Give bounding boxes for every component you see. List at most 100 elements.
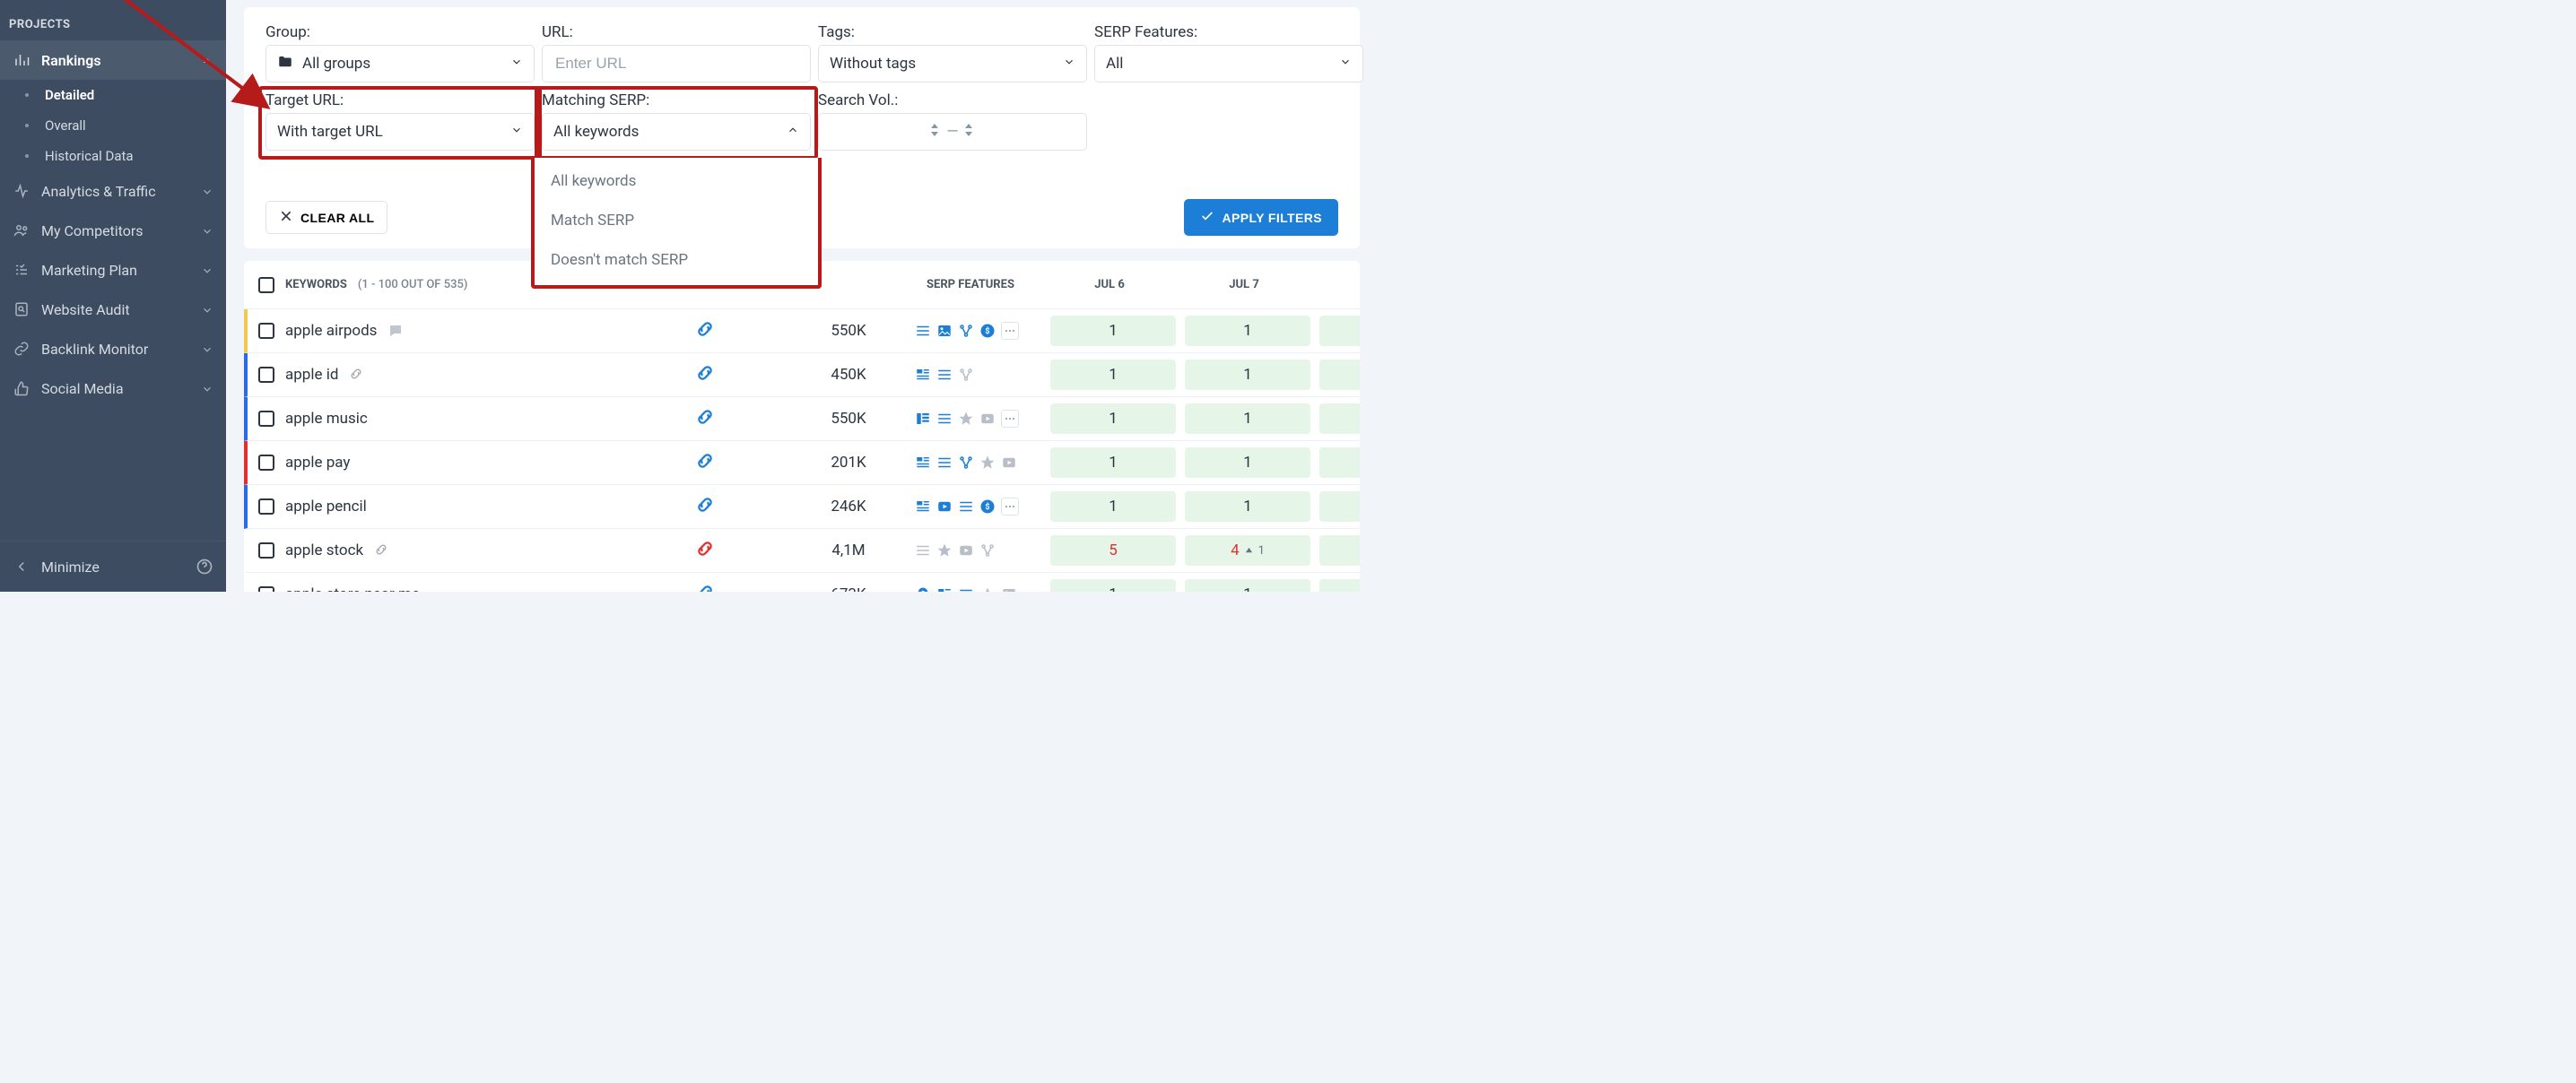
keyword-text[interactable]: apple pay — [285, 454, 350, 472]
serp-list-icon[interactable] — [936, 367, 953, 383]
keyword-link-icon[interactable] — [374, 542, 390, 559]
serp-review-icon[interactable] — [958, 411, 974, 427]
row-checkbox[interactable] — [258, 323, 274, 339]
rank-jul8[interactable]: 1 — [1319, 360, 1360, 390]
nav-analytics[interactable]: Analytics & Traffic — [0, 171, 226, 211]
serp-more-icon[interactable] — [1001, 498, 1019, 516]
select-all-checkbox[interactable] — [258, 277, 274, 293]
serp-image-icon[interactable] — [1001, 586, 1017, 592]
serp-video-icon[interactable] — [936, 498, 953, 515]
serp-sitelinks-icon[interactable] — [958, 367, 974, 383]
rank-jul8[interactable]: 1 — [1319, 579, 1360, 592]
filter-serpfeat-select[interactable]: All — [1094, 45, 1363, 82]
serp-review-icon[interactable] — [936, 542, 953, 559]
target-link-icon[interactable] — [695, 363, 715, 387]
matching-serp-option-all[interactable]: All keywords — [535, 161, 818, 201]
keyword-text[interactable]: apple id — [285, 366, 338, 384]
rank-jul8[interactable]: 1 — [1319, 403, 1360, 434]
keyword-link-icon[interactable] — [349, 367, 365, 383]
col-date-jul6[interactable]: JUL 6 — [1042, 278, 1177, 291]
row-checkbox[interactable] — [258, 542, 274, 559]
col-keywords-label[interactable]: KEYWORDS — [285, 278, 347, 291]
serp-more-icon[interactable] — [1001, 322, 1019, 340]
nav-sub-detailed[interactable]: Detailed — [0, 80, 226, 110]
rank-jul6[interactable]: 5 — [1050, 535, 1176, 566]
matching-serp-option-match[interactable]: Match SERP — [535, 201, 818, 240]
row-checkbox[interactable] — [258, 498, 274, 515]
rank-jul6[interactable]: 1 — [1050, 360, 1176, 390]
filter-group-select[interactable]: All groups — [265, 45, 535, 82]
filter-url-input[interactable] — [553, 54, 799, 74]
filter-searchvol-range[interactable]: — — [818, 113, 1087, 151]
row-checkbox[interactable] — [258, 586, 274, 592]
serp-shopping-icon[interactable]: $ — [979, 323, 996, 339]
minimize-button[interactable]: Minimize — [0, 541, 226, 592]
rank-jul7[interactable]: 1 — [1185, 491, 1310, 522]
col-serp-features[interactable]: SERP FEATURES — [899, 278, 1042, 291]
serp-video-icon[interactable] — [1001, 455, 1017, 471]
row-checkbox[interactable] — [258, 367, 274, 383]
filter-matching-serp-select[interactable]: All keywords — [542, 113, 811, 151]
serp-featured-snippet-icon[interactable] — [936, 586, 953, 592]
serp-list-icon[interactable] — [936, 411, 953, 427]
filter-target-url-select[interactable]: With target URL — [265, 113, 535, 151]
rank-jul8[interactable]: 1 — [1319, 447, 1360, 478]
serp-review-icon[interactable] — [979, 455, 996, 471]
serp-featured-snippet-icon[interactable] — [915, 367, 931, 383]
serp-image-icon[interactable] — [936, 323, 953, 339]
serp-local-pack-icon[interactable] — [915, 586, 931, 592]
rank-jul6[interactable]: 1 — [1050, 491, 1176, 522]
target-link-icon[interactable] — [695, 319, 715, 343]
nav-marketing[interactable]: Marketing Plan — [0, 250, 226, 290]
serp-sitelinks-icon[interactable] — [979, 542, 996, 559]
serp-more-icon[interactable] — [1001, 410, 1019, 428]
nav-rankings[interactable]: Rankings — [0, 40, 226, 80]
col-date-jul7[interactable]: JUL 7 — [1177, 278, 1311, 291]
nav-social[interactable]: Social Media — [0, 368, 226, 408]
col-date-jul8[interactable]: JUL 8 — [1311, 278, 1360, 291]
target-link-icon[interactable] — [695, 407, 715, 431]
rank-jul6[interactable]: 1 — [1050, 579, 1176, 592]
rank-jul6[interactable]: 1 — [1050, 447, 1176, 478]
keyword-text[interactable]: apple airpods — [285, 322, 377, 340]
rank-jul7[interactable]: 1 — [1185, 579, 1310, 592]
filter-url-input-wrap[interactable] — [542, 45, 811, 82]
serp-featured-snippet-icon[interactable] — [915, 498, 931, 515]
matching-serp-option-nomatch[interactable]: Doesn't match SERP — [535, 240, 818, 280]
rank-jul8[interactable]: 5 1 — [1319, 535, 1360, 566]
serp-review-icon[interactable] — [979, 586, 996, 592]
apply-filters-button[interactable]: APPLY FILTERS — [1184, 199, 1338, 236]
nav-backlink[interactable]: Backlink Monitor — [0, 329, 226, 368]
rank-jul7[interactable]: 4 1 — [1185, 535, 1310, 566]
note-icon[interactable] — [387, 323, 404, 339]
rank-jul8[interactable]: 1 — [1319, 316, 1360, 346]
keyword-text[interactable]: apple music — [285, 410, 368, 428]
keyword-text[interactable]: apple stock — [285, 542, 363, 559]
target-link-icon[interactable] — [695, 583, 715, 593]
stepper-icon[interactable] — [964, 123, 975, 141]
serp-video-icon[interactable] — [979, 411, 996, 427]
clear-all-button[interactable]: CLEAR ALL — [265, 201, 387, 234]
serp-knowledge-panel-icon[interactable] — [915, 411, 931, 427]
stepper-icon[interactable] — [930, 123, 941, 141]
nav-sub-overall[interactable]: Overall — [0, 110, 226, 141]
rank-jul6[interactable]: 1 — [1050, 316, 1176, 346]
target-link-icon[interactable] — [695, 539, 715, 563]
rank-jul7[interactable]: 1 — [1185, 360, 1310, 390]
serp-list-icon[interactable] — [936, 455, 953, 471]
filter-tags-select[interactable]: Without tags — [818, 45, 1087, 82]
serp-sitelinks-icon[interactable] — [958, 455, 974, 471]
nav-audit[interactable]: Website Audit — [0, 290, 226, 329]
row-checkbox[interactable] — [258, 455, 274, 471]
keyword-text[interactable]: apple store near me — [285, 585, 420, 592]
serp-list-icon[interactable] — [958, 498, 974, 515]
target-link-icon[interactable] — [695, 451, 715, 475]
serp-video-icon[interactable] — [958, 542, 974, 559]
nav-sub-historical[interactable]: Historical Data — [0, 141, 226, 171]
rank-jul7[interactable]: 1 — [1185, 447, 1310, 478]
keyword-text[interactable]: apple pencil — [285, 498, 367, 516]
target-link-icon[interactable] — [695, 495, 715, 519]
rank-jul7[interactable]: 1 — [1185, 403, 1310, 434]
serp-list-icon[interactable] — [915, 323, 931, 339]
serp-list-icon[interactable] — [958, 586, 974, 592]
